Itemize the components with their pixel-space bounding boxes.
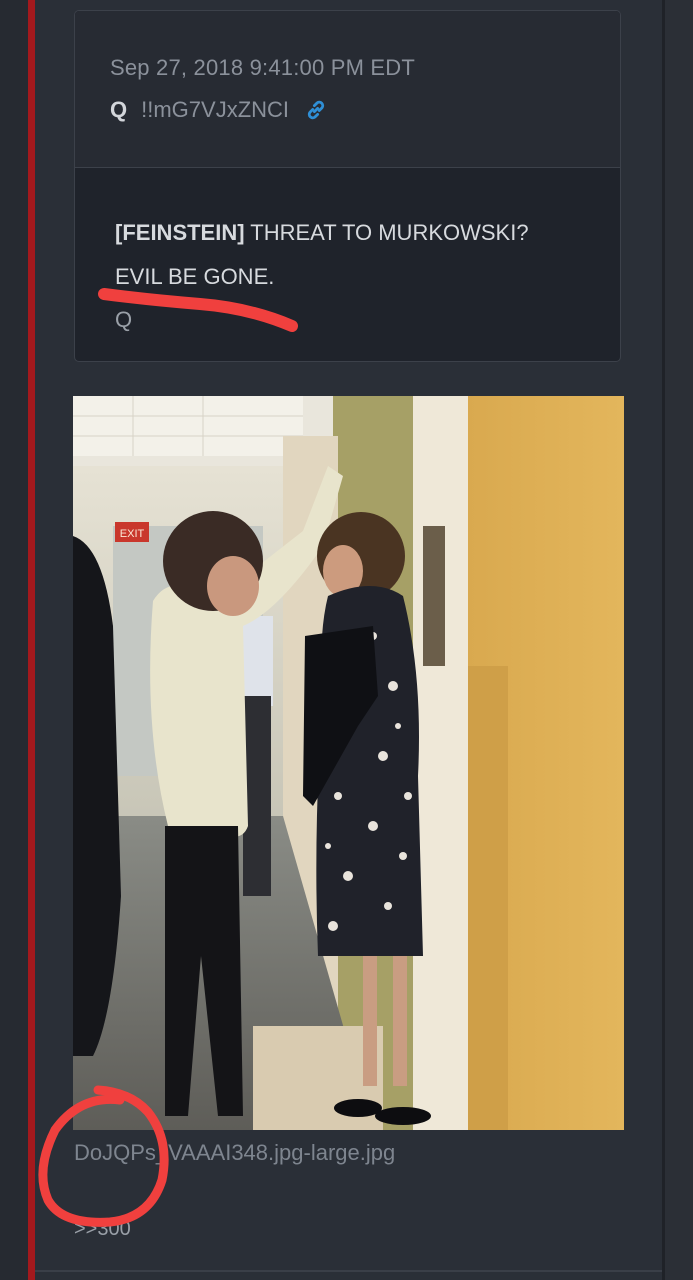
attachment-filename-link[interactable]: DoJQPs_VAAAI348.jpg-large.jpg	[74, 1140, 395, 1166]
post-timestamp: Sep 27, 2018 9:41:00 PM EDT	[110, 55, 416, 80]
author-row: Q !!mG7VJxZNCI	[110, 95, 329, 125]
link-icon[interactable]	[303, 97, 329, 123]
attached-photo[interactable]: EXIT	[73, 396, 624, 1130]
post-body: [FEINSTEIN] THREAT TO MURKOWSKI? EVIL BE…	[115, 211, 595, 299]
post-thread-page: Sep 27, 2018 9:41:00 PM EDT Q !!mG7VJxZN…	[0, 0, 693, 1280]
post-card: Sep 27, 2018 9:41:00 PM EDT Q !!mG7VJxZN…	[74, 10, 621, 362]
reply-reference-link[interactable]: >>300	[74, 1218, 131, 1241]
right-gutter	[665, 0, 693, 1280]
post-subject-tag: [FEINSTEIN]	[115, 220, 245, 245]
post-line-2: EVIL BE GONE.	[115, 264, 275, 289]
post-signature: Q	[115, 307, 133, 332]
author-name: Q	[110, 97, 128, 122]
post-line-1: [FEINSTEIN] THREAT TO MURKOWSKI?	[115, 211, 595, 255]
post-header: Sep 27, 2018 9:41:00 PM EDT Q !!mG7VJxZN…	[75, 11, 620, 168]
post-line-1-text: THREAT TO MURKOWSKI?	[244, 220, 529, 245]
bottom-divider	[35, 1270, 662, 1272]
photo-illustration: EXIT	[73, 396, 624, 1130]
thread-accent-bar	[28, 0, 35, 1280]
left-gutter	[0, 0, 28, 1280]
exit-sign-text: EXIT	[120, 528, 145, 540]
author-tripcode: !!mG7VJxZNCI	[141, 97, 290, 122]
